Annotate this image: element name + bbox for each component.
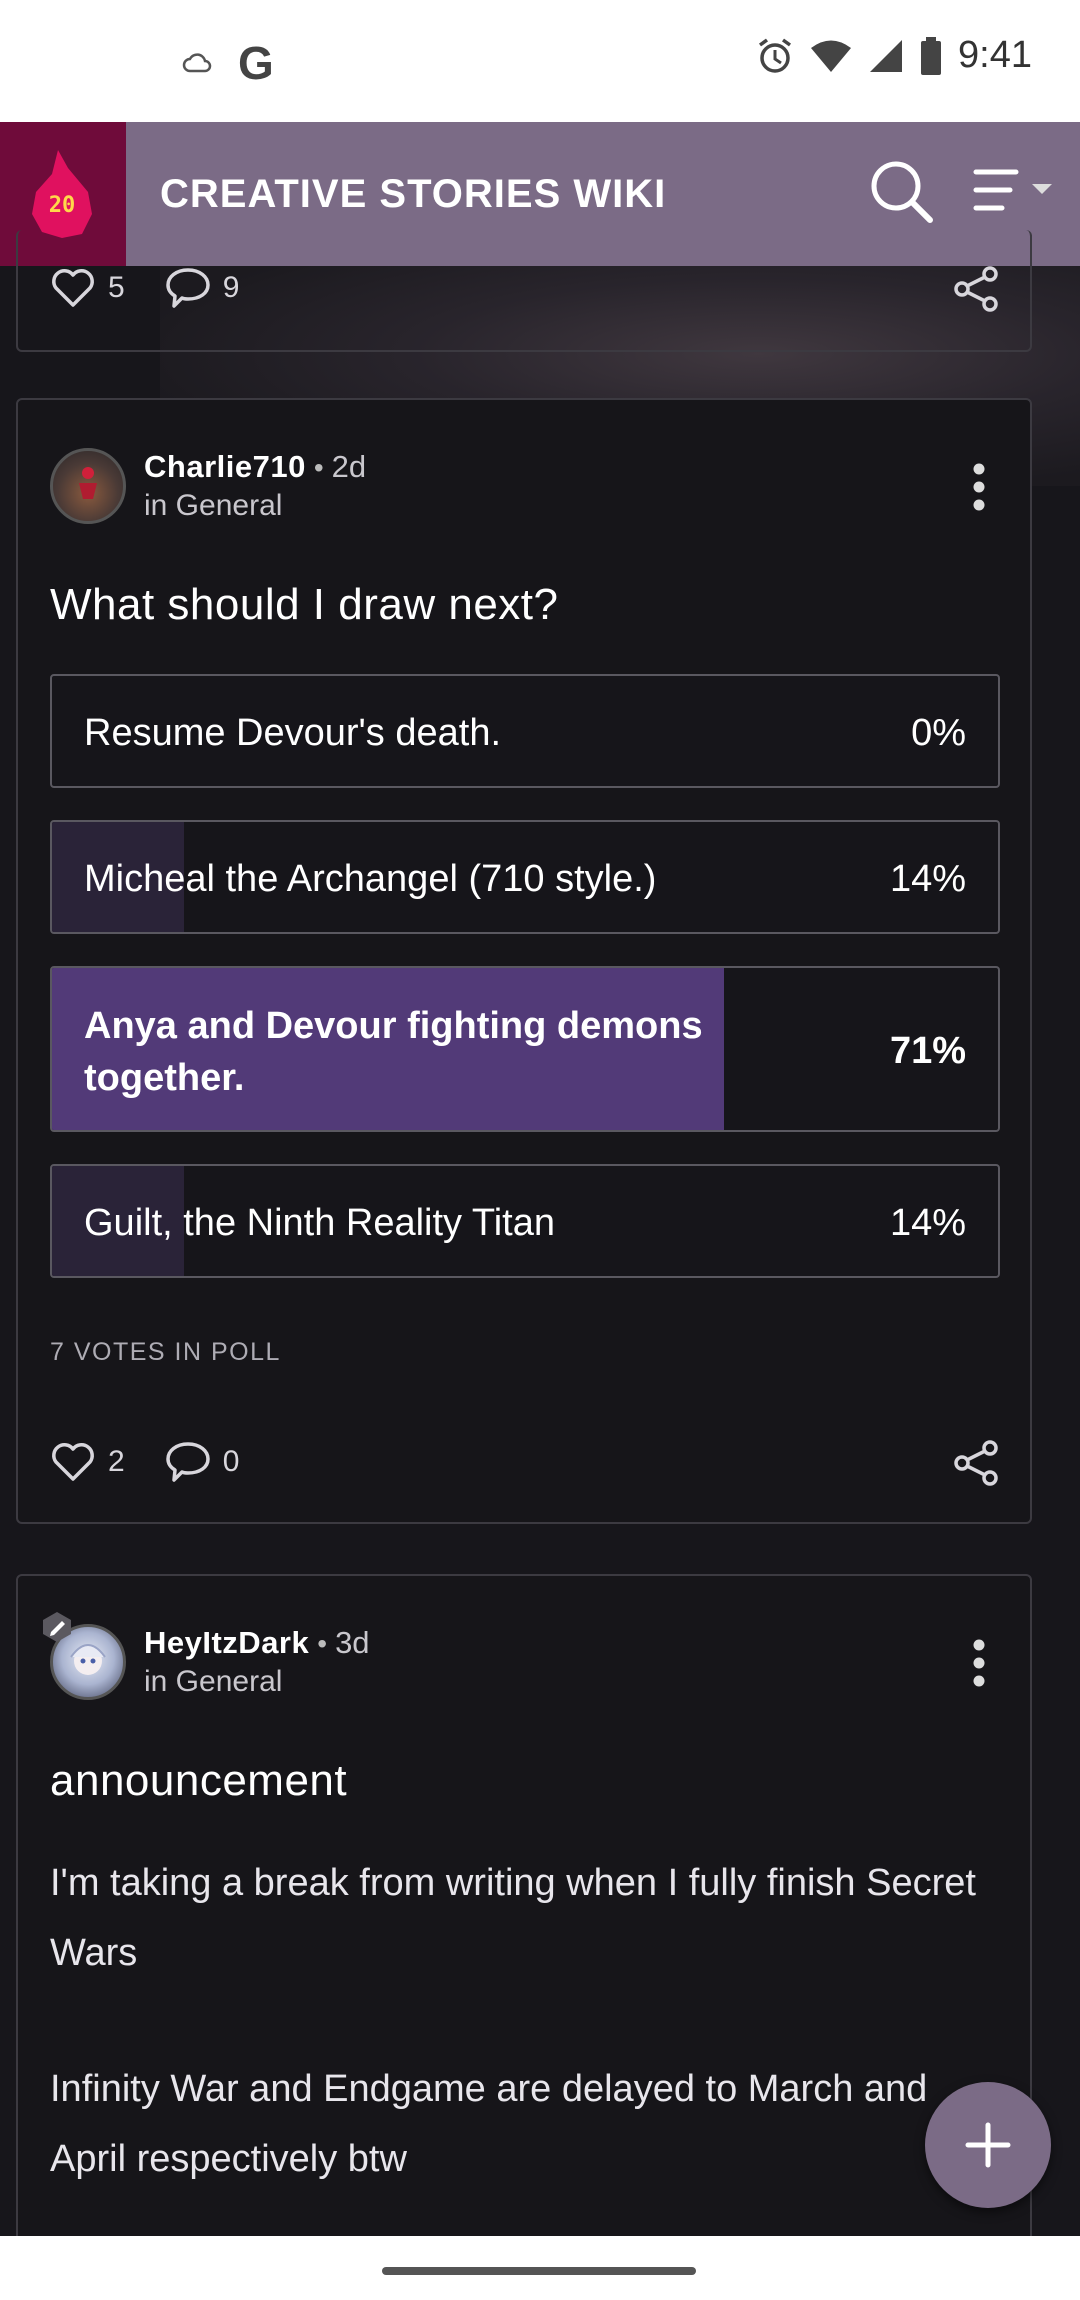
- google-icon: G: [238, 37, 274, 89]
- poll-option-label: Resume Devour's death.: [84, 712, 502, 754]
- post-category[interactable]: in General: [144, 489, 366, 523]
- create-post-button[interactable]: [925, 2082, 1051, 2208]
- author-name[interactable]: HeyItzDark: [144, 1625, 309, 1660]
- separator-dot: •: [313, 452, 324, 483]
- post-category[interactable]: in General: [144, 1665, 370, 1699]
- status-bar: G 9:41: [0, 0, 1080, 122]
- poll-option-label: Anya and Devour fighting demons together…: [84, 1005, 703, 1099]
- like-button[interactable]: 2: [50, 1441, 125, 1483]
- post-title[interactable]: What should I draw next?: [50, 580, 558, 630]
- poll-option-percent: 0%: [911, 712, 966, 754]
- comment-button[interactable]: 9: [165, 266, 240, 310]
- comment-icon: [165, 1442, 210, 1482]
- battery-icon: [921, 36, 942, 75]
- heart-icon: [52, 269, 94, 307]
- post-age: 2d: [331, 449, 367, 484]
- announcement-post-card: HeyItzDark • 3d in General announcement I'…: [16, 1574, 1032, 2274]
- comment-button[interactable]: 0: [165, 1440, 240, 1484]
- home-gesture-handle[interactable]: [382, 2267, 696, 2275]
- poll-option[interactable]: Micheal the Archangel (710 style.) 14%: [50, 820, 1000, 934]
- post-age: 3d: [335, 1625, 370, 1660]
- separator-dot: •: [317, 1628, 328, 1659]
- comment-count: 0: [222, 1445, 240, 1478]
- like-count: 2: [108, 1445, 125, 1478]
- poll-option-percent: 71%: [889, 1030, 966, 1072]
- like-count: 5: [108, 271, 125, 304]
- poll-option-label: Guilt, the Ninth Reality Titan: [84, 1202, 555, 1244]
- post-author[interactable]: HeyItzDark • 3d in General: [43, 1612, 370, 1700]
- poll-option-percent: 14%: [889, 858, 966, 900]
- heart-icon: [52, 1443, 94, 1481]
- more-options-icon[interactable]: [972, 462, 986, 512]
- plus-icon: [965, 2122, 1011, 2168]
- share-icon[interactable]: [952, 266, 1000, 312]
- poll-option[interactable]: Resume Devour's death. 0%: [50, 674, 1000, 788]
- poll-option[interactable]: Guilt, the Ninth Reality Titan 14%: [50, 1164, 1000, 1278]
- cloud-icon: [182, 53, 212, 73]
- post-title[interactable]: announcement: [50, 1756, 347, 1806]
- poll-vote-count: 7 VOTES IN POLL: [50, 1338, 281, 1366]
- poll-option-percent: 14%: [889, 1202, 966, 1244]
- moderator-badge-icon: [43, 1612, 71, 1642]
- comment-count: 9: [222, 271, 240, 304]
- comment-icon: [165, 268, 210, 308]
- like-button[interactable]: 5: [50, 267, 125, 309]
- post-author[interactable]: Charlie710 • 2d in General: [50, 448, 366, 524]
- avatar[interactable]: [50, 448, 126, 524]
- post-body-paragraph: I'm taking a break from writing when I f…: [50, 1862, 976, 1974]
- menu-icon[interactable]: [972, 166, 1056, 218]
- search-icon[interactable]: [868, 158, 934, 224]
- clock: 9:41: [958, 34, 1032, 76]
- poll-post-card: Charlie710 • 2d in General What should I d…: [16, 398, 1032, 1524]
- svg-text:20: 20: [49, 193, 76, 218]
- post-body-paragraph: Infinity War and Endgame are delayed to …: [50, 2068, 928, 2180]
- d20-flame-icon: 20: [32, 150, 92, 238]
- wifi-icon: [811, 40, 852, 72]
- avatar-figure-icon: [79, 467, 97, 499]
- alarm-icon: [759, 38, 792, 73]
- poll-option-label: Micheal the Archangel (710 style.): [84, 858, 657, 900]
- signal-icon: [870, 39, 903, 72]
- system-nav-bar: [0, 2236, 1080, 2300]
- author-name[interactable]: Charlie710: [144, 449, 306, 484]
- previous-post-card: 5 9: [16, 230, 1032, 352]
- more-options-icon[interactable]: [972, 1638, 986, 1688]
- poll-option-winner[interactable]: Anya and Devour fighting demons together…: [50, 966, 1000, 1132]
- share-icon[interactable]: [952, 1440, 1000, 1486]
